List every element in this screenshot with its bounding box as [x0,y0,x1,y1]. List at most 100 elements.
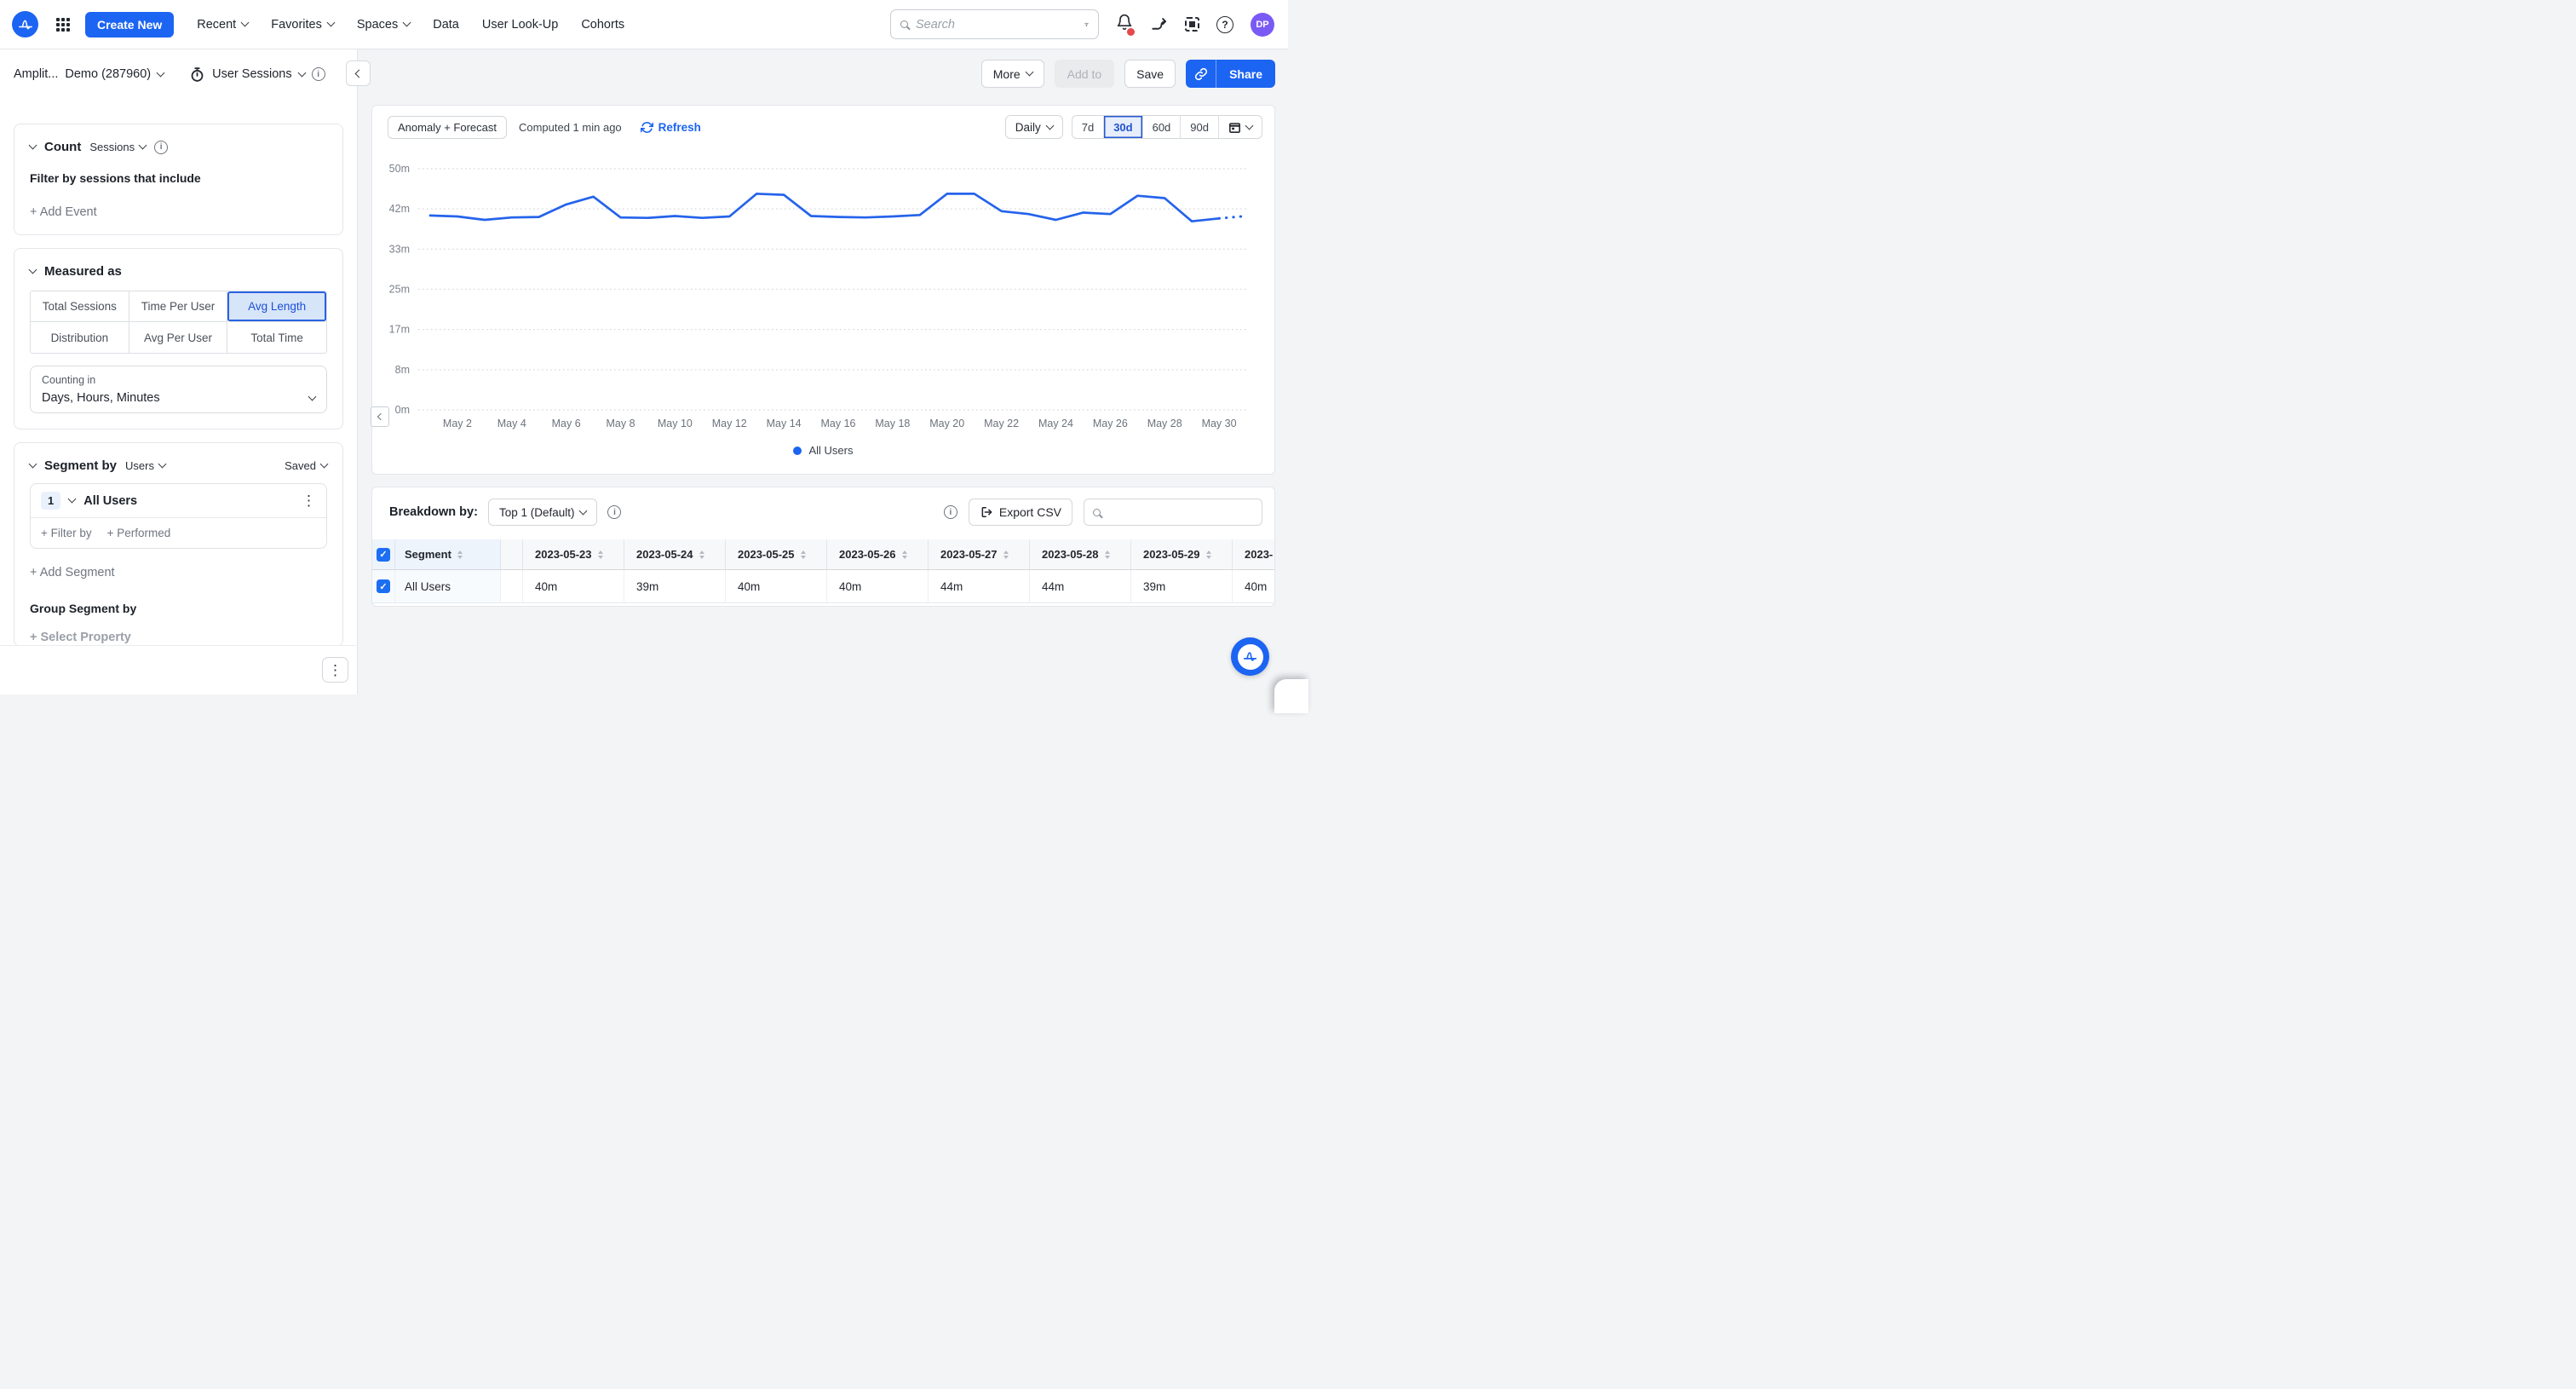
info-icon[interactable]: i [154,141,168,154]
date-column-header[interactable]: 2023-05-29 [1131,539,1233,570]
row-checkbox[interactable]: ✓ [377,579,390,593]
segment-menu-button[interactable]: ⋮ [302,493,316,508]
custom-date-button[interactable] [1218,116,1262,138]
collapse-section-icon[interactable] [29,266,37,274]
sort-icon[interactable] [1206,550,1211,559]
segment-type-dropdown[interactable]: Users [125,459,165,472]
count-event-dropdown[interactable]: Sessions [89,141,146,153]
org-name[interactable]: Amplit... [14,67,58,81]
copy-link-button[interactable] [1186,60,1216,88]
svg-text:May 16: May 16 [821,418,856,429]
range-90d[interactable]: 90d [1180,116,1218,138]
spacer-cell [501,570,523,603]
date-column-header[interactable]: 2023-05-27 [929,539,1030,570]
sort-icon[interactable] [1003,550,1009,559]
chevron-down-icon[interactable] [68,495,77,504]
svg-text:May 2: May 2 [443,418,472,429]
breakdown-label: Breakdown by: [389,505,478,519]
collapse-section-icon[interactable] [29,141,37,150]
measure-total-sessions[interactable]: Total Sessions [31,291,129,322]
create-new-button[interactable]: Create New [85,12,174,37]
nav-item-favorites[interactable]: Favorites [271,18,334,32]
select-property-button[interactable]: + Select Property [30,631,327,644]
breakdown-selector[interactable]: Top 1 (Default) [488,499,598,526]
save-button[interactable]: Save [1124,60,1176,88]
svg-text:33m: 33m [389,243,410,255]
journeys-icon[interactable] [1150,15,1168,33]
date-column-header[interactable]: 2023-05-28 [1030,539,1131,570]
range-7d[interactable]: 7d [1072,116,1103,138]
add-segment-button[interactable]: + Add Segment [30,566,327,579]
chevron-down-icon[interactable] [297,68,306,77]
project-name[interactable]: Demo (287960) [65,67,151,81]
add-to-button[interactable]: Add to [1055,60,1114,88]
granularity-dropdown[interactable]: Daily [1005,115,1063,139]
performed-button[interactable]: + Performed [107,527,171,539]
sidebar-more-button[interactable]: ⋮ [322,657,348,683]
refresh-button[interactable]: Refresh [641,121,701,134]
date-column-header[interactable]: 2023-05-23 [523,539,624,570]
more-button[interactable]: More [981,60,1044,88]
range-30d[interactable]: 30d [1103,116,1141,138]
chevron-down-icon[interactable] [157,68,165,77]
sort-icon[interactable] [801,550,806,559]
avatar[interactable]: DP [1251,13,1274,37]
info-icon[interactable]: i [944,505,957,519]
measure-time-per-user[interactable]: Time Per User [129,291,228,322]
nav-item-recent[interactable]: Recent [197,18,248,32]
breakdown-search-input[interactable] [1107,506,1257,519]
filter-funnel-icon[interactable] [1084,18,1089,32]
nav-item-user-lookup[interactable]: User Look-Up [482,18,558,32]
nav-item-data[interactable]: Data [433,18,459,32]
amplitude-logo[interactable] [12,11,38,37]
group-segment-label: Group Segment by [30,602,327,615]
info-icon[interactable]: i [312,67,325,81]
search-input[interactable] [916,18,1077,32]
value-cell: 39m [624,570,726,603]
nav-item-cohorts[interactable]: Cohorts [581,18,624,32]
measured-as-card: Measured as Total Sessions Time Per User… [14,248,343,429]
segment-box: 1 All Users ⋮ + Filter by + Performed [30,483,327,549]
amplitude-assistant-button[interactable] [1231,637,1269,676]
select-all-checkbox[interactable]: ✓ [377,548,390,562]
help-icon[interactable]: ? [1216,16,1233,33]
legend-label[interactable]: All Users [808,444,853,457]
measure-total-time[interactable]: Total Time [227,322,326,353]
app-grid-icon[interactable] [56,18,70,32]
nav-item-spaces[interactable]: Spaces [357,18,410,32]
collapse-sidebar-button[interactable] [346,61,371,86]
saved-dropdown[interactable]: Saved [285,459,327,472]
date-column-header[interactable]: 2023-05-26 [827,539,929,570]
collapse-panel-button[interactable] [371,406,389,427]
sessions-line-chart[interactable]: 50m42m33m25m17m8m0mMay 2May 4May 6May 8M… [372,158,1274,440]
measure-distribution[interactable]: Distribution [31,322,129,353]
date-column-header[interactable]: 2023-05-24 [624,539,726,570]
collapse-section-icon[interactable] [29,460,37,469]
measure-avg-length[interactable]: Avg Length [227,291,326,322]
sort-icon[interactable] [457,550,463,559]
segment-name[interactable]: All Users [83,494,137,508]
measure-avg-per-user[interactable]: Avg Per User [129,322,228,353]
export-csv-button[interactable]: Export CSV [969,499,1072,526]
counting-in-select[interactable]: Counting in Days, Hours, Minutes [30,366,327,413]
date-column-header[interactable]: 2023-05-25 [726,539,827,570]
range-60d[interactable]: 60d [1142,116,1181,138]
segment-column-header[interactable]: Segment [395,539,501,570]
add-event-button[interactable]: + Add Event [30,205,327,219]
sort-icon[interactable] [699,550,704,559]
kebab-icon: ⋮ [328,663,342,677]
sort-icon[interactable] [1105,550,1110,559]
chart-title[interactable]: User Sessions [212,67,291,81]
sort-icon[interactable] [902,550,907,559]
date-column-header[interactable]: 2023- [1233,539,1275,570]
info-icon[interactable]: i [607,505,621,519]
anomaly-forecast-button[interactable]: Anomaly + Forecast [388,116,507,139]
segment-index[interactable]: 1 [41,492,60,510]
sort-icon[interactable] [598,550,603,559]
share-button[interactable]: Share [1216,60,1275,88]
notifications-button[interactable] [1116,14,1133,35]
frame-select-icon[interactable] [1185,17,1199,32]
chart-header: Anomaly + Forecast Computed 1 min ago Re… [372,106,1274,139]
filter-by-button[interactable]: + Filter by [41,527,92,539]
row-segment-cell[interactable]: All Users [395,570,501,603]
